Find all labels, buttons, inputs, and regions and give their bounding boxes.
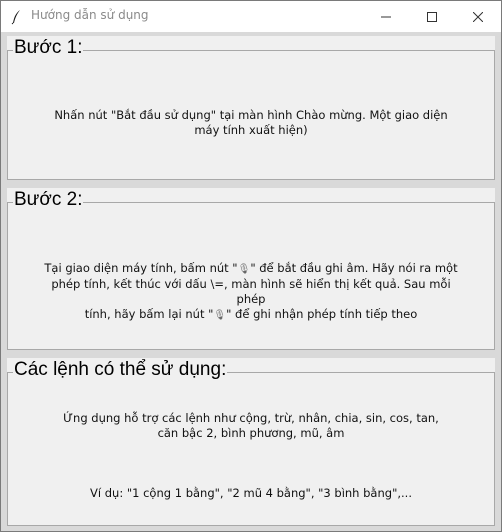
step2-line1-end: " để bắt đầu ghi âm. Hãy nói ra một — [250, 261, 458, 275]
microphone-icon: 🎙 — [213, 310, 227, 321]
step2-line2: phép tính, kết thúc với dấu \=, màn hình… — [51, 277, 451, 306]
step1-text: Nhấn nút "Bắt đầu sử dụng" tại màn hình … — [54, 108, 448, 137]
app-window: Hướng dẫn sử dụng Bước 1: Nhấn nút "Bắt … — [0, 0, 502, 532]
step1-heading: Bước 1: — [13, 36, 84, 60]
window-title: Hướng dẫn sử dụng — [31, 8, 149, 22]
step2-text: Tại giao diện máy tính, bấm nút "🎙" để b… — [37, 261, 465, 323]
close-button[interactable] — [455, 1, 501, 32]
commands-heading: Các lệnh có thể sử dụng: — [13, 358, 228, 382]
step2-heading: Bước 2: — [13, 188, 84, 212]
client-area: Bước 1: Nhấn nút "Bắt đầu sử dụng" tại m… — [1, 32, 501, 531]
commands-example: Ví dụ: "1 cộng 1 bằng", "2 mũ 4 bằng", "… — [90, 486, 412, 500]
step2-line3: tính, hãy bấm lại nút "🎙" để ghi nhận ph… — [37, 307, 465, 323]
step1-panel: Bước 1: Nhấn nút "Bắt đầu sử dụng" tại m… — [7, 36, 495, 180]
minimize-icon — [381, 16, 391, 17]
step2-line3-end: " để ghi nhận phép tính tiếp theo — [226, 307, 418, 321]
microphone-icon: 🎙 — [237, 264, 251, 275]
maximize-button[interactable] — [409, 1, 455, 32]
minimize-button[interactable] — [363, 1, 409, 32]
feather-icon — [9, 9, 25, 25]
commands-text: Ứng dụng hỗ trợ các lệnh như cộng, trừ, … — [63, 411, 439, 440]
step2-panel: Bước 2: Tại giao diện máy tính, bấm nút … — [7, 188, 495, 350]
step2-line1: Tại giao diện máy tính, bấm nút "🎙" để b… — [37, 261, 465, 277]
title-bar[interactable]: Hướng dẫn sử dụng — [1, 1, 501, 32]
step2-line1-start: Tại giao diện máy tính, bấm nút " — [44, 261, 238, 275]
step2-line3-start: tính, hãy bấm lại nút " — [84, 307, 214, 321]
close-icon — [473, 11, 483, 22]
commands-groupbox — [7, 372, 495, 526]
maximize-icon — [427, 11, 437, 22]
commands-panel: Các lệnh có thể sử dụng: Ứng dụng hỗ trợ… — [7, 358, 495, 526]
